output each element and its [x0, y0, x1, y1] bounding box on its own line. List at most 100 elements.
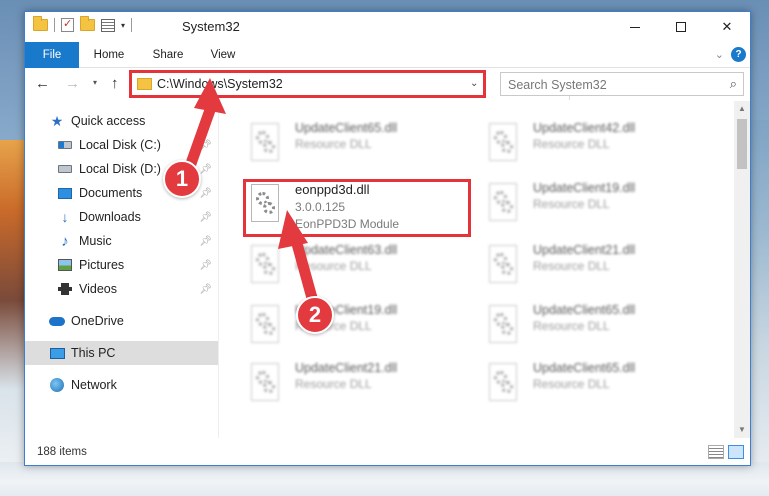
step-2-badge: 2 [296, 296, 334, 334]
properties-icon[interactable] [61, 17, 74, 32]
ribbon-tabs: File Home Share View ⌄ ? [25, 42, 750, 68]
pin-icon[interactable]: 📌︎ [199, 260, 212, 271]
file-item-eonppd3d[interactable]: eonppd3d.dll 3.0.0.125 EonPPD3D Module [247, 182, 477, 232]
file-item[interactable]: UpdateClient65.dll Resource DLL [485, 303, 715, 353]
close-icon: ✕ [721, 19, 733, 34]
minimize-button[interactable] [612, 12, 658, 42]
details-view-icon[interactable] [708, 445, 724, 459]
dll-file-icon [485, 183, 521, 223]
vertical-scrollbar[interactable]: ▲ ▼ [734, 101, 750, 438]
sidebar-item-pictures[interactable]: Pictures 📌︎ [25, 253, 218, 277]
search-input[interactable]: Search System32 ⌕ [500, 72, 744, 96]
sidebar-item-quick-access[interactable]: ★ Quick access [25, 109, 218, 133]
sidebar-item-local-disk-c[interactable]: Local Disk (C:) 📌︎ [25, 133, 218, 157]
minimize-icon [630, 26, 640, 28]
explorer-window: ▾ System32 ✕ File Home Share View ⌄ ? ← … [24, 11, 751, 466]
sidebar-item-label: Music [79, 234, 112, 248]
dll-file-icon [247, 305, 283, 345]
file-name: eonppd3d.dll [295, 182, 370, 197]
file-item[interactable]: UpdateClient65.dll Resource DLL [247, 121, 477, 171]
file-name: UpdateClient42.dll [533, 121, 636, 135]
file-description: Resource DLL [533, 259, 610, 273]
sidebar-item-label: Videos [79, 282, 117, 296]
sidebar-item-music[interactable]: ♪ Music 📌︎ [25, 229, 218, 253]
star-icon: ★ [50, 112, 64, 129]
file-item[interactable]: UpdateClient65.dll Resource DLL [485, 361, 715, 411]
search-icon: ⌕ [729, 76, 737, 91]
onedrive-icon [49, 313, 65, 329]
title-bar: ▾ System32 ✕ [25, 12, 750, 42]
status-bar: 188 items [25, 440, 750, 465]
sidebar-item-label: Quick access [71, 114, 146, 128]
address-bar[interactable]: C:\Windows\System32 ⌄ ↻ [131, 72, 586, 100]
scroll-up-arrow-icon[interactable]: ▲ [734, 101, 750, 117]
sidebar-item-label: Network [71, 378, 117, 392]
maximize-button[interactable] [658, 12, 704, 42]
file-name: UpdateClient65.dll [533, 361, 636, 375]
folder-icon [33, 16, 48, 31]
pin-icon[interactable]: 📌︎ [199, 188, 212, 199]
sidebar-item-this-pc[interactable]: This PC [25, 341, 218, 365]
file-name: UpdateClient63.dll [295, 243, 398, 257]
file-name: UpdateClient65.dll [295, 121, 398, 135]
file-item[interactable]: UpdateClient21.dll Resource DLL [485, 243, 715, 293]
dll-file-icon [485, 363, 521, 403]
pin-icon[interactable]: 📌︎ [199, 212, 212, 223]
window-controls: ✕ [612, 12, 750, 42]
file-item[interactable]: UpdateClient19.dll Resource DLL [247, 303, 477, 353]
music-icon: ♪ [61, 232, 69, 250]
file-item[interactable]: UpdateClient42.dll Resource DLL [485, 121, 715, 171]
file-description: EonPPD3D Module [295, 217, 400, 231]
sidebar-item-label: Downloads [79, 210, 141, 224]
new-folder-icon[interactable] [80, 16, 95, 31]
expand-ribbon-chevron-icon[interactable]: ⌄ [715, 48, 724, 61]
file-description: Resource DLL [295, 377, 372, 391]
tiles-view-icon[interactable] [728, 445, 744, 459]
scroll-down-arrow-icon[interactable]: ▼ [734, 422, 750, 438]
folder-icon [137, 78, 152, 90]
recent-locations-chevron-icon[interactable]: ▾ [93, 78, 97, 87]
sidebar-item-onedrive[interactable]: OneDrive [25, 309, 218, 333]
file-list: UpdateClient65.dll Resource DLL eonppd3d… [219, 101, 734, 438]
file-description: Resource DLL [295, 137, 372, 151]
help-icon[interactable]: ? [731, 47, 746, 62]
back-arrow-icon[interactable]: ← [35, 75, 50, 92]
tab-home[interactable]: Home [91, 42, 127, 68]
tab-view[interactable]: View [209, 42, 237, 68]
pin-icon[interactable]: 📌︎ [199, 236, 212, 247]
scrollbar-thumb[interactable] [737, 119, 747, 169]
view-options-icon[interactable] [101, 18, 115, 32]
file-item[interactable]: UpdateClient19.dll Resource DLL [485, 181, 715, 231]
quick-access-toolbar: ▾ [33, 16, 133, 32]
tab-share[interactable]: Share [151, 42, 185, 68]
pin-icon[interactable]: 📌︎ [199, 140, 212, 151]
pictures-icon [57, 257, 73, 273]
address-dropdown-chevron-icon[interactable]: ⌄ [470, 78, 478, 89]
videos-icon [57, 281, 73, 297]
file-version: 3.0.0.125 [295, 200, 346, 214]
tab-file[interactable]: File [25, 42, 79, 68]
file-description: Resource DLL [533, 197, 610, 211]
close-button[interactable]: ✕ [704, 12, 750, 42]
step-1-badge: 1 [163, 160, 201, 198]
address-path[interactable]: C:\Windows\System32 [157, 77, 283, 91]
file-name: UpdateClient65.dll [533, 303, 636, 317]
desktop-background-bottom [0, 462, 769, 496]
up-arrow-icon[interactable]: ↑ [111, 75, 119, 92]
dll-file-icon [247, 363, 283, 403]
sidebar-item-label: Local Disk (C:) [79, 138, 161, 152]
file-description: Resource DLL [533, 377, 610, 391]
sidebar-item-network[interactable]: Network [25, 373, 218, 397]
downloads-icon: ↓ [61, 209, 69, 225]
pin-icon[interactable]: 📌︎ [199, 284, 212, 295]
sidebar-item-downloads[interactable]: ↓ Downloads 📌︎ [25, 205, 218, 229]
pin-icon[interactable]: 📌︎ [199, 164, 212, 175]
customize-toolbar-chevron-icon[interactable]: ▾ [121, 21, 125, 30]
sidebar-item-videos[interactable]: Videos 📌︎ [25, 277, 218, 301]
maximize-icon [676, 22, 686, 32]
forward-arrow-icon[interactable]: → [65, 75, 80, 92]
file-item[interactable]: UpdateClient21.dll Resource DLL [247, 361, 477, 411]
dll-file-icon [485, 305, 521, 345]
sidebar-item-label: Documents [79, 186, 143, 200]
file-item[interactable]: UpdateClient63.dll Resource DLL [247, 243, 477, 293]
